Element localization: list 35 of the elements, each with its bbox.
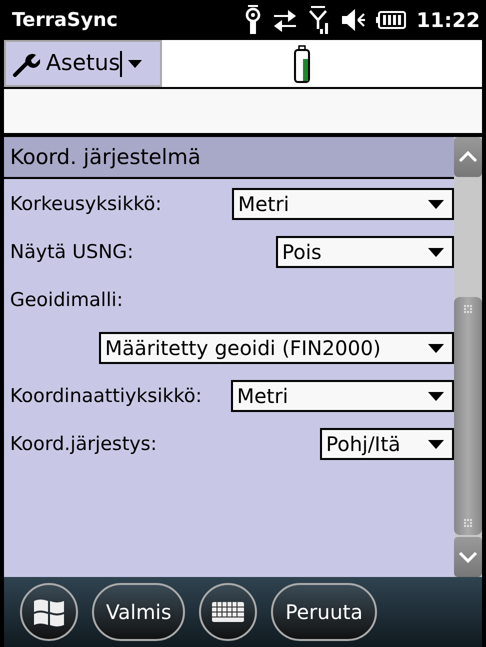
- scroll-up-button[interactable]: [454, 137, 482, 177]
- setting-label: Näytä USNG:: [10, 241, 134, 263]
- dropdown-arrow-icon: [428, 248, 444, 256]
- data-transfer-icon[interactable]: [272, 8, 298, 32]
- chevron-down-icon: [458, 551, 478, 563]
- dropdown-field[interactable]: Metri: [231, 380, 454, 412]
- setting-label: Korkeusyksikkö:: [10, 193, 162, 215]
- scrollbar-thumb[interactable]: [454, 297, 482, 535]
- dropdown-field[interactable]: Pois: [276, 236, 454, 268]
- setting-label: Koordinaattiyksikkö:: [10, 385, 202, 407]
- settings-menu-button[interactable]: Asetus: [4, 40, 162, 87]
- dropdown-field[interactable]: Metri: [232, 188, 454, 220]
- chevron-up-icon: [458, 151, 478, 163]
- dropdown-field[interactable]: Pohj/Itä: [320, 428, 454, 460]
- section-header: Koord. järjestelmä: [4, 137, 454, 179]
- dropdown-arrow-icon: [428, 200, 444, 208]
- dropdown-arrow-icon: [428, 392, 444, 400]
- speaker-muted-icon[interactable]: [340, 8, 366, 32]
- battery-level-icon: [293, 44, 311, 82]
- done-button[interactable]: Valmis: [92, 583, 186, 641]
- setting-label: Koord.järjestys:: [10, 433, 157, 455]
- caret-icon: [128, 60, 142, 68]
- app-title: TerraSync: [12, 9, 118, 31]
- dropdown-field[interactable]: Määritetty geoidi (FIN2000): [99, 332, 454, 364]
- clock-time: 11:22: [416, 8, 480, 32]
- gps-antenna-icon[interactable]: [244, 5, 262, 35]
- cancel-button[interactable]: Peruuta: [271, 583, 377, 641]
- signal-icon[interactable]: [308, 5, 330, 35]
- battery-icon[interactable]: [376, 11, 406, 29]
- dropdown-arrow-icon: [428, 440, 444, 448]
- setting-label: Geoidimalli:: [10, 289, 124, 311]
- keyboard-icon: [212, 602, 244, 622]
- dropdown-arrow-icon: [428, 344, 444, 352]
- scroll-down-button[interactable]: [454, 537, 482, 577]
- text-cursor: [120, 50, 122, 76]
